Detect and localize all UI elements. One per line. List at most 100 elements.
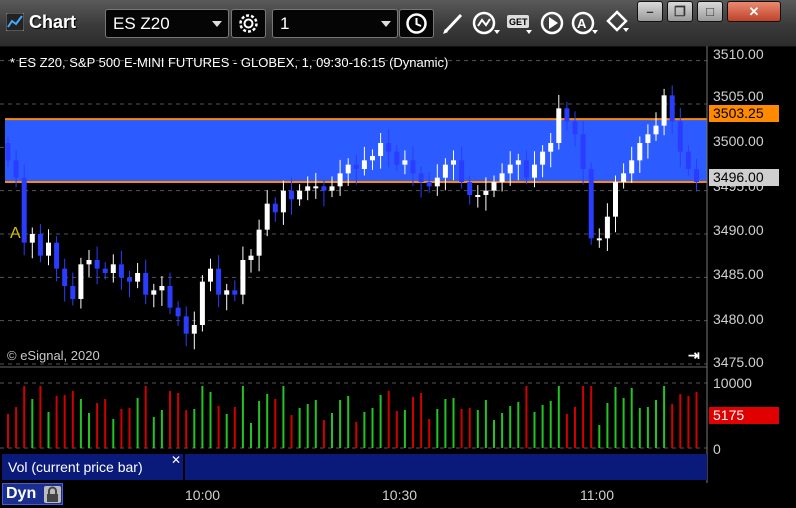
candle-body: [313, 186, 319, 189]
volume-tick: 10000: [713, 375, 752, 391]
candle-body: [459, 160, 465, 182]
candle-body: [127, 277, 132, 282]
lock-icon[interactable]: [44, 486, 61, 503]
window-title: Chart: [29, 12, 77, 32]
candle-body: [588, 169, 594, 239]
candle-body: [580, 134, 586, 169]
link-icon[interactable]: [604, 10, 632, 36]
scroll-to-end-icon[interactable]: ⇥: [688, 347, 700, 364]
candle-body: [596, 238, 602, 241]
candle-body: [280, 190, 286, 213]
candle-body: [548, 143, 554, 152]
volume-current-label: 5175: [709, 407, 779, 424]
candle-body: [418, 173, 424, 182]
symbol-select[interactable]: ES Z20: [105, 9, 229, 38]
dyn-label: Dyn: [6, 485, 37, 502]
price-chart[interactable]: [0, 46, 796, 483]
volume-study-bar: [185, 454, 707, 480]
maximize-icon: □: [706, 4, 714, 19]
restore-icon: ❐: [674, 4, 686, 19]
price-tick: 3475.00: [713, 354, 764, 370]
studies-icon[interactable]: [472, 10, 500, 36]
time-button[interactable]: [399, 9, 434, 38]
maximize-button[interactable]: □: [697, 1, 723, 22]
candle-body: [604, 216, 610, 239]
minimize-button[interactable]: –: [637, 1, 663, 22]
candle-body: [183, 316, 189, 334]
candle-body: [321, 186, 327, 191]
candle-body: [329, 186, 335, 191]
pencil-icon[interactable]: [440, 10, 468, 36]
candle-body: [86, 260, 92, 265]
candle-body: [370, 156, 375, 161]
candle-body: [264, 203, 270, 230]
candle-body: [621, 173, 627, 182]
candle-body: [256, 229, 262, 256]
play-icon[interactable]: [539, 10, 567, 36]
time-tick: 10:30: [382, 487, 418, 503]
candle-body: [515, 160, 521, 165]
candle-body: [613, 182, 618, 217]
candle-body: [159, 286, 165, 291]
interval-value: 1: [280, 14, 290, 33]
candle-body: [669, 95, 675, 122]
candle-body: [54, 242, 60, 269]
candle-body: [491, 182, 497, 191]
chevron-down-icon: [381, 21, 391, 27]
candle-body: [5, 143, 11, 161]
candle-body: [337, 173, 343, 187]
candle-body: [556, 108, 562, 143]
candle-body: [361, 160, 367, 169]
last-price-label: 3496.00: [709, 169, 779, 186]
candle-body: [540, 151, 546, 165]
gear-icon: [239, 14, 258, 33]
candle-body: [78, 264, 84, 299]
candle-body: [353, 164, 359, 169]
candle-body: [694, 169, 699, 182]
candle-body: [151, 290, 157, 295]
restore-button[interactable]: ❐: [667, 1, 693, 22]
candle-body: [475, 195, 481, 197]
minimize-icon: –: [646, 4, 654, 19]
candle-body: [21, 177, 27, 243]
candle-body: [94, 260, 100, 269]
candle-body: [653, 125, 659, 135]
candle-body: [289, 190, 294, 200]
current-price-label: 3503.25: [709, 105, 779, 122]
alert-icon[interactable]: A: [571, 10, 599, 36]
candle-body: [102, 268, 108, 273]
candle-body: [645, 134, 651, 143]
candle-body: [13, 160, 19, 178]
candle-body: [661, 95, 667, 126]
price-tick: 3490.00: [713, 222, 764, 238]
candle-body: [572, 121, 578, 135]
get-data-icon[interactable]: GET: [506, 10, 534, 36]
clock-icon: [406, 13, 427, 34]
svg-text:A: A: [577, 16, 587, 31]
candle-body: [629, 160, 635, 174]
settings-button[interactable]: [231, 9, 266, 38]
candle-body: [135, 273, 141, 282]
candle-body: [167, 286, 173, 308]
candle-body: [143, 273, 149, 295]
candle-body: [451, 160, 456, 165]
candle-body: [305, 186, 311, 191]
price-tick: 3480.00: [713, 311, 764, 327]
candle-body: [685, 151, 691, 169]
chart-title: * ES Z20, S&P 500 E-MINI FUTURES - GLOBE…: [10, 55, 449, 70]
interval-select[interactable]: 1: [272, 9, 398, 38]
candle-body: [248, 255, 254, 260]
symbol-value: ES Z20: [113, 14, 170, 33]
close-icon[interactable]: ✕: [171, 453, 181, 467]
candle-body: [297, 190, 303, 200]
candle-body: [386, 143, 392, 152]
volume-study-label[interactable]: Vol (current price bar): [8, 459, 143, 475]
candle-body: [378, 143, 384, 156]
candle-body: [499, 173, 505, 182]
close-button[interactable]: ✕: [727, 1, 781, 22]
time-tick: 11:00: [580, 487, 614, 503]
price-tick: 3505.00: [713, 88, 764, 104]
candle-body: [191, 325, 197, 334]
candle-body: [118, 264, 124, 278]
candle-body: [29, 234, 35, 243]
